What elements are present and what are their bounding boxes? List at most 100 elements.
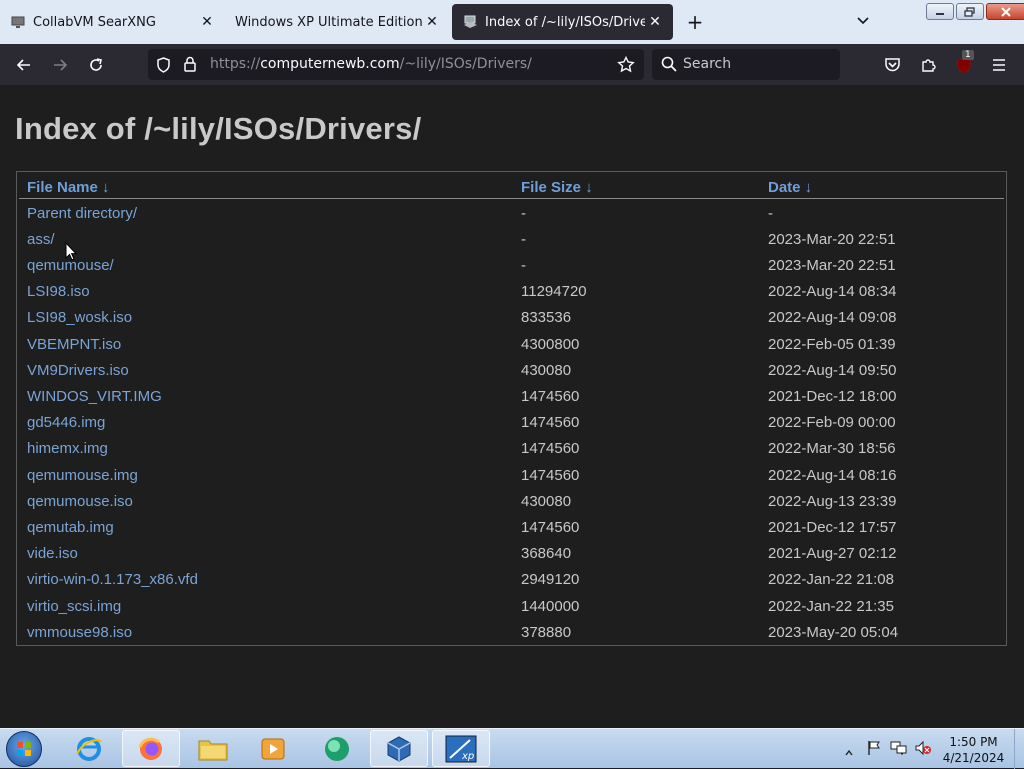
file-date: 2023-May-20 05:04: [768, 624, 899, 641]
ublock-origin-icon[interactable]: 1: [951, 50, 977, 78]
table-row: LSI98_wosk.iso 833536 2022-Aug-14 09:08: [17, 305, 1006, 331]
table-row: WINDOS_VIRT.IMG 1474560 2021-Dec-12 18:00: [17, 384, 1006, 410]
search-placeholder: Search: [683, 56, 732, 72]
file-link[interactable]: himemx.img: [27, 440, 108, 457]
file-date: 2022-Mar-30 18:56: [768, 440, 896, 457]
file-link[interactable]: VM9Drivers.iso: [27, 362, 129, 379]
tab-strip: CollabVM SearXNG ✕ Windows XP Ultimate E…: [0, 0, 1024, 44]
close-tab-icon[interactable]: ✕: [645, 12, 665, 32]
file-link[interactable]: vmmouse98.iso: [27, 624, 132, 641]
chevron-down-icon[interactable]: [855, 12, 873, 32]
volume-muted-icon[interactable]: [914, 740, 932, 760]
internet-explorer-icon[interactable]: [60, 730, 118, 767]
file-link[interactable]: virtio_scsi.img: [27, 598, 121, 615]
bookmark-star-icon[interactable]: [617, 55, 635, 77]
file-link[interactable]: ass/: [27, 231, 55, 248]
network-icon[interactable]: [890, 740, 908, 760]
tab-title: Index of /~lily/ISOs/Drivers/: [485, 14, 645, 30]
extensions-puzzle-icon[interactable]: [915, 52, 941, 78]
forward-button[interactable]: [47, 52, 73, 78]
lock-icon[interactable]: [183, 56, 197, 77]
file-link[interactable]: virtio-win-0.1.173_x86.vfd: [27, 571, 198, 588]
file-size: 430080: [521, 493, 572, 510]
tracking-protection-shield-icon[interactable]: [156, 57, 171, 77]
url-host: computernewb.com: [260, 56, 400, 72]
file-date: 2021-Dec-12 17:57: [768, 519, 897, 536]
column-header-file-name[interactable]: File Name ↓: [27, 179, 110, 196]
file-link[interactable]: WINDOS_VIRT.IMG: [27, 388, 162, 405]
file-link[interactable]: LSI98_wosk.iso: [27, 309, 132, 326]
tab-title: Windows XP Ultimate Edition - Coll: [235, 14, 422, 30]
close-tab-icon[interactable]: ✕: [197, 12, 217, 32]
file-size: 1474560: [521, 467, 580, 484]
file-date: 2022-Feb-09 00:00: [768, 414, 896, 431]
pocket-icon[interactable]: [879, 52, 905, 78]
clock-date: 4/21/2024: [942, 751, 1005, 765]
start-button[interactable]: [6, 731, 42, 767]
url-scheme: https://: [210, 56, 261, 72]
action-center-flag-icon[interactable]: [866, 740, 882, 760]
system-clock[interactable]: 1:50 PM 4/21/2024: [936, 734, 1011, 766]
show-desktop-button[interactable]: [1014, 729, 1024, 769]
extension-badge: 1: [962, 50, 974, 60]
mouse-cursor-icon: [65, 241, 78, 265]
directory-favicon-icon: [462, 14, 478, 30]
url-path: /~lily/ISOs/Drivers/: [399, 56, 532, 72]
reload-button[interactable]: [83, 52, 109, 78]
file-link[interactable]: qemumouse.iso: [27, 493, 133, 510]
column-header-date[interactable]: Date ↓: [768, 179, 812, 196]
file-explorer-icon[interactable]: [184, 730, 242, 767]
file-listing-table: File Name ↓ File Size ↓ Date ↓ Parent di…: [16, 171, 1007, 646]
url-text[interactable]: https://computernewb.com/~lily/ISOs/Driv…: [210, 56, 532, 72]
file-size: 1440000: [521, 598, 580, 615]
file-size: -: [521, 231, 526, 248]
file-link[interactable]: qemumouse.img: [27, 467, 138, 484]
file-date: 2022-Aug-14 08:16: [768, 467, 897, 484]
file-size: 368640: [521, 545, 572, 562]
restore-button[interactable]: [956, 3, 984, 20]
tab-windows-xp-ultimate[interactable]: Windows XP Ultimate Edition - Coll ✕: [228, 4, 448, 40]
table-row: Parent directory/ - -: [17, 201, 1006, 227]
tab-title: CollabVM SearXNG: [33, 14, 156, 30]
table-row: VBEMPNT.iso 4300800 2022-Feb-05 01:39: [17, 332, 1006, 358]
file-link[interactable]: Parent directory/: [27, 205, 137, 222]
table-row: vide.iso 368640 2021-Aug-27 02:12: [17, 541, 1006, 567]
file-link[interactable]: vide.iso: [27, 545, 78, 562]
search-bar[interactable]: Search: [652, 49, 840, 80]
table-row: virtio-win-0.1.173_x86.vfd 2949120 2022-Ja…: [17, 567, 1006, 593]
close-window-button[interactable]: [986, 3, 1024, 20]
tab-collabvm-searxng[interactable]: CollabVM SearXNG ✕: [0, 4, 225, 40]
show-hidden-icons-chevron-icon[interactable]: [844, 743, 854, 762]
back-button[interactable]: [11, 52, 37, 78]
file-link[interactable]: LSI98.iso: [27, 283, 90, 300]
page-content: Index of /~lily/ISOs/Drivers/ File Name …: [0, 85, 1024, 728]
table-row: qemutab.img 1474560 2021-Dec-12 17:57: [17, 515, 1006, 541]
virtualbox-icon[interactable]: [370, 730, 428, 767]
search-icon: [661, 56, 677, 76]
table-row: gd5446.img 1474560 2022-Feb-09 00:00: [17, 410, 1006, 436]
navigation-toolbar: https://computernewb.com/~lily/ISOs/Driv…: [0, 44, 1024, 85]
file-size: 1474560: [521, 388, 580, 405]
column-header-file-size[interactable]: File Size ↓: [521, 179, 593, 196]
tab-index-of-drivers[interactable]: Index of /~lily/ISOs/Drivers/ ✕: [452, 4, 673, 40]
file-size: -: [521, 205, 526, 222]
url-bar[interactable]: https://computernewb.com/~lily/ISOs/Driv…: [148, 49, 644, 80]
file-link[interactable]: gd5446.img: [27, 414, 105, 431]
file-link[interactable]: qemutab.img: [27, 519, 114, 536]
new-tab-button[interactable]: +: [684, 12, 706, 34]
file-size: 4300800: [521, 336, 580, 353]
close-tab-icon[interactable]: ✕: [422, 12, 442, 32]
minimize-button[interactable]: [926, 3, 954, 20]
firefox-icon[interactable]: [122, 730, 180, 767]
file-link[interactable]: VBEMPNT.iso: [27, 336, 121, 353]
menu-hamburger-icon[interactable]: [986, 52, 1012, 78]
media-player-icon[interactable]: [244, 730, 302, 767]
collabvm-favicon-icon: [10, 14, 26, 30]
file-size: -: [521, 257, 526, 274]
header-divider: [19, 198, 1004, 199]
file-size: 430080: [521, 362, 572, 379]
file-date: 2022-Feb-05 01:39: [768, 336, 896, 353]
table-row: ass/ - 2023-Mar-20 22:51: [17, 227, 1006, 253]
windows-xp-app-icon[interactable]: xp: [432, 730, 490, 767]
green-app-icon[interactable]: [308, 730, 366, 767]
